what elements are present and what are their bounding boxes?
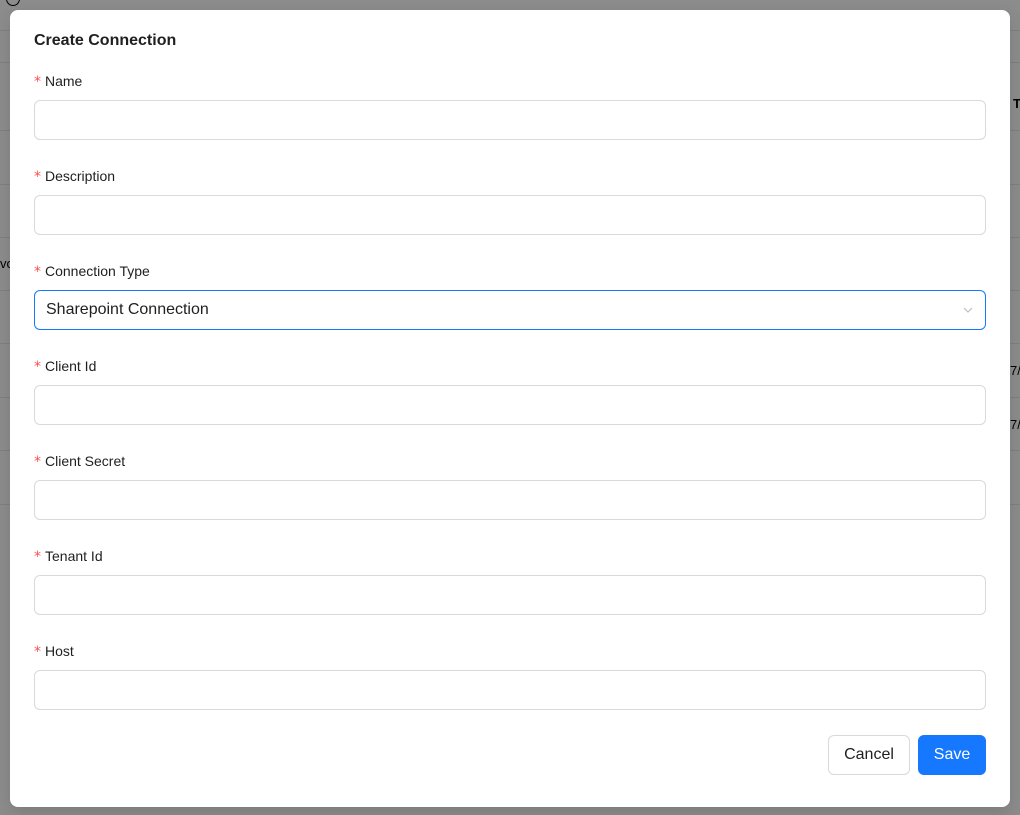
host-label: * Host (34, 640, 986, 662)
client-id-label: * Client Id (34, 355, 986, 377)
client-id-field: * Client Id (34, 355, 986, 425)
tenant-id-label-text: Tenant Id (45, 548, 103, 564)
modal-title: Create Connection (34, 32, 177, 49)
required-mark: * (34, 264, 41, 280)
client-secret-field: * Client Secret (34, 450, 986, 520)
required-mark: * (34, 74, 41, 90)
client-id-input[interactable] (34, 385, 986, 425)
required-mark: * (34, 169, 41, 185)
description-input[interactable] (34, 195, 986, 235)
host-input[interactable] (34, 670, 986, 710)
required-mark: * (34, 454, 41, 470)
name-input[interactable] (34, 100, 986, 140)
save-button[interactable]: Save (918, 735, 986, 775)
connection-type-value: Sharepoint Connection (46, 301, 209, 318)
host-label-text: Host (45, 643, 74, 659)
client-secret-label: * Client Secret (34, 450, 986, 472)
name-label: * Name (34, 70, 986, 92)
tenant-id-input[interactable] (34, 575, 986, 615)
tenant-id-field: * Tenant Id (34, 545, 986, 615)
host-field: * Host (34, 640, 986, 710)
create-connection-modal: Create Connection * Name * Description *… (10, 10, 1010, 807)
tenant-id-label: * Tenant Id (34, 545, 986, 567)
connection-type-label: * Connection Type (34, 260, 986, 282)
connection-type-field: * Connection Type Sharepoint Connection (34, 260, 986, 330)
name-label-text: Name (45, 73, 83, 89)
required-mark: * (34, 644, 41, 660)
required-mark: * (34, 549, 41, 565)
description-label-text: Description (45, 168, 116, 184)
client-secret-input[interactable] (34, 480, 986, 520)
description-label: * Description (34, 165, 986, 187)
client-secret-label-text: Client Secret (45, 453, 126, 469)
connection-type-label-text: Connection Type (45, 263, 150, 279)
name-field: * Name (34, 70, 986, 140)
client-id-label-text: Client Id (45, 358, 97, 374)
connection-type-select[interactable]: Sharepoint Connection (34, 290, 986, 330)
chevron-down-icon (963, 307, 973, 313)
cancel-button[interactable]: Cancel (828, 735, 910, 775)
description-field: * Description (34, 165, 986, 235)
required-mark: * (34, 359, 41, 375)
